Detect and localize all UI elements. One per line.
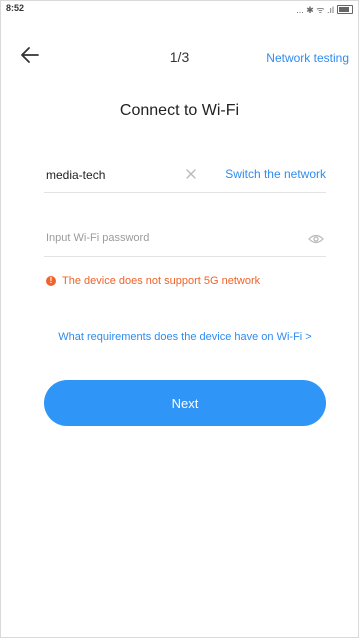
switch-network-link[interactable]: Switch the network [225,167,326,181]
status-signal-icons: ... ✱ ᯤ .ıl [296,5,334,15]
warning-text: The device does not support 5G network [62,275,261,287]
requirements-link[interactable]: What requirements does the device have o… [44,330,326,344]
network-testing-link[interactable]: Network testing [266,51,349,65]
next-button[interactable]: Next [44,380,326,426]
status-bar: 8:52 ... ✱ ᯤ .ıl [0,0,359,20]
network-row: media-tech Switch the network [44,156,326,193]
password-row [44,220,326,257]
clear-icon[interactable] [184,167,198,181]
phone-frame [0,0,359,638]
password-input[interactable] [44,228,288,248]
battery-icon [337,5,353,14]
page-title: Connect to Wi-Fi [119,102,240,119]
header: 1/3 Network testing [0,40,359,72]
warning-message: ! The device does not support 5G network [46,275,260,287]
warning-icon: ! [46,276,56,286]
network-name: media-tech [46,168,106,182]
status-time: 8:52 [6,3,25,13]
status-icons: ... ✱ ᯤ .ıl [296,3,353,16]
eye-icon[interactable] [308,232,324,244]
